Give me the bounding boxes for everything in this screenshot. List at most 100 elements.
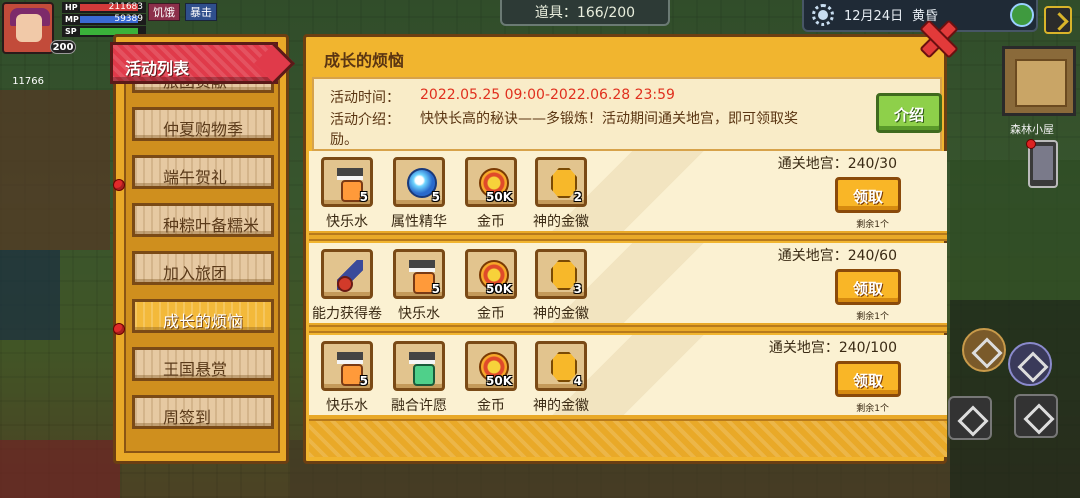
sidebar-badge-dot: [113, 323, 125, 335]
hp-value: 211683: [108, 2, 143, 12]
reward-slot[interactable]: 5: [393, 157, 445, 207]
sp-label: SP: [65, 27, 77, 36]
activity-list[interactable]: 旅团贡献 仲夏购物季 端午贺礼 种粽叶备糯米 加入旅团 成长的烦恼 王国悬赏 周…: [124, 75, 280, 453]
sidebar-item-6[interactable]: 王国悬赏: [132, 347, 274, 381]
activity-detail-panel: 成长的烦恼 活动时间： 2022.05.25 09:00-2022.06.28 …: [303, 34, 947, 464]
reward-slot[interactable]: 3: [535, 249, 587, 299]
reward-slot[interactable]: [393, 341, 445, 391]
skill-button-1[interactable]: [962, 328, 1006, 372]
row-divider: [309, 233, 947, 241]
item-count: 3: [573, 282, 582, 296]
item-count: 4: [573, 374, 582, 388]
status-crit-badge: 暴击: [185, 3, 217, 21]
item-count: 50K: [486, 374, 512, 388]
sidebar-item-3[interactable]: 种粽叶备糯米: [132, 203, 274, 237]
activity-sidebar: 旅团贡献 仲夏购物季 端午贺礼 种粽叶备糯米 加入旅团 成长的烦恼 王国悬赏 周…: [113, 34, 289, 464]
reward-row: 能力获得卷 5 快乐水 50K 金币 3 神的金徽 通关地宫：240/60 领取…: [309, 243, 947, 329]
sidebar-badge-dot: [113, 179, 125, 191]
reward-slot[interactable]: 50K: [465, 157, 517, 207]
claim-button[interactable]: 领取: [835, 269, 901, 305]
sidebar-item-label: 王国悬赏: [163, 360, 228, 379]
reward-slot[interactable]: 5: [321, 157, 373, 207]
reward-slot[interactable]: 5: [321, 341, 373, 391]
item-name: 金币: [477, 306, 505, 322]
item-name: 金币: [477, 214, 505, 230]
exit-icon[interactable]: [1044, 6, 1072, 34]
reward-slot[interactable]: 2: [535, 157, 587, 207]
inventory-counter[interactable]: 道具：166/200: [500, 0, 670, 26]
sidebar-item-label: 周签到: [163, 408, 212, 427]
sidebar-header: 活动列表: [110, 42, 278, 84]
activity-desc-value: 快快长高的秘诀——多锻炼！活动期间通关地宫，即可领取奖: [420, 111, 798, 127]
sidebar-item-label: 仲夏购物季: [163, 120, 244, 139]
item-count: 5: [431, 190, 440, 204]
activity-time-label: 活动时间：: [330, 90, 400, 106]
coin-count: 11766: [12, 76, 44, 87]
location-label: 森林小屋: [1010, 123, 1054, 136]
sidebar-item-1[interactable]: 仲夏购物季: [132, 107, 274, 141]
mp-label: MP: [65, 15, 79, 24]
sidebar-item-label: 成长的烦恼: [163, 312, 244, 331]
claim-button[interactable]: 领取: [835, 177, 901, 213]
sidebar-item-label: 种粽叶备糯米: [163, 216, 260, 235]
item-name: 快乐水: [398, 306, 440, 322]
dungeon-progress: 通关地宫：240/60: [777, 248, 897, 264]
remaining-count: 剩余1个: [856, 312, 889, 322]
globe-icon[interactable]: [1010, 3, 1034, 27]
item-count: 5: [359, 190, 368, 204]
minimap[interactable]: [1002, 46, 1076, 116]
item-count: 5: [359, 374, 368, 388]
claim-button-label: 领取: [852, 280, 883, 298]
fuse-potion-icon: [409, 352, 435, 386]
dungeon-progress: 通关地宫：240/100: [768, 340, 897, 356]
hp-bar: HP 211683: [62, 2, 146, 13]
sidebar-item-7[interactable]: 周签到: [132, 395, 274, 429]
remaining-count: 剩余1个: [856, 220, 889, 230]
item-name: 神的金徽: [533, 214, 589, 230]
player-level: 200: [50, 40, 76, 54]
reward-slot[interactable]: [321, 249, 373, 299]
item-name: 快乐水: [326, 214, 368, 230]
player-portrait[interactable]: [2, 2, 54, 54]
close-icon[interactable]: [918, 18, 956, 56]
hp-label: HP: [65, 3, 78, 12]
skill-button-2[interactable]: [1008, 342, 1052, 386]
item-name: 融合许愿: [391, 398, 447, 414]
claim-button-label: 领取: [852, 188, 883, 206]
activity-desc-continued: 励。: [330, 132, 358, 148]
sidebar-item-label: 端午贺礼: [163, 168, 228, 187]
reward-slot[interactable]: 4: [535, 341, 587, 391]
reward-slot[interactable]: 50K: [465, 341, 517, 391]
sun-icon: [812, 4, 834, 26]
item-count: 50K: [486, 282, 512, 296]
item-name: 金币: [477, 398, 505, 414]
reward-slot[interactable]: 5: [393, 249, 445, 299]
scroll-icon: [337, 260, 363, 292]
sword-skill-button[interactable]: [948, 396, 992, 440]
item-name: 神的金徽: [533, 306, 589, 322]
claim-button-label: 领取: [852, 372, 883, 390]
row-divider: [309, 325, 947, 333]
sidebar-title: 活动列表: [125, 59, 190, 78]
item-name: 能力获得卷: [312, 306, 382, 322]
activity-desc-label: 活动介绍：: [330, 112, 400, 128]
sidebar-item-label: 加入旅团: [163, 264, 228, 283]
remaining-count: 剩余1个: [856, 404, 889, 414]
claim-button[interactable]: 领取: [835, 361, 901, 397]
dungeon-progress: 通关地宫：240/30: [777, 156, 897, 172]
sidebar-item-2[interactable]: 端午贺礼: [132, 155, 274, 189]
status-hunger-badge: 饥饿: [148, 3, 180, 21]
reward-slot[interactable]: 50K: [465, 249, 517, 299]
intro-button[interactable]: 介绍: [876, 93, 942, 133]
notification-dot: [1026, 139, 1036, 149]
intro-button-label: 介绍: [893, 106, 924, 124]
sidebar-item-5[interactable]: 成长的烦恼: [132, 299, 274, 333]
item-name: 属性精华: [391, 214, 447, 230]
bow-skill-button[interactable]: [1014, 394, 1058, 438]
mp-bar: MP 59389: [62, 14, 146, 25]
item-name: 快乐水: [326, 398, 368, 414]
item-count: 2: [573, 190, 582, 204]
item-name: 神的金徽: [533, 398, 589, 414]
reward-row: 5 快乐水 融合许愿 50K 金币 4 神的金徽 通关地宫：240/100 领取…: [309, 335, 947, 421]
sidebar-item-4[interactable]: 加入旅团: [132, 251, 274, 285]
